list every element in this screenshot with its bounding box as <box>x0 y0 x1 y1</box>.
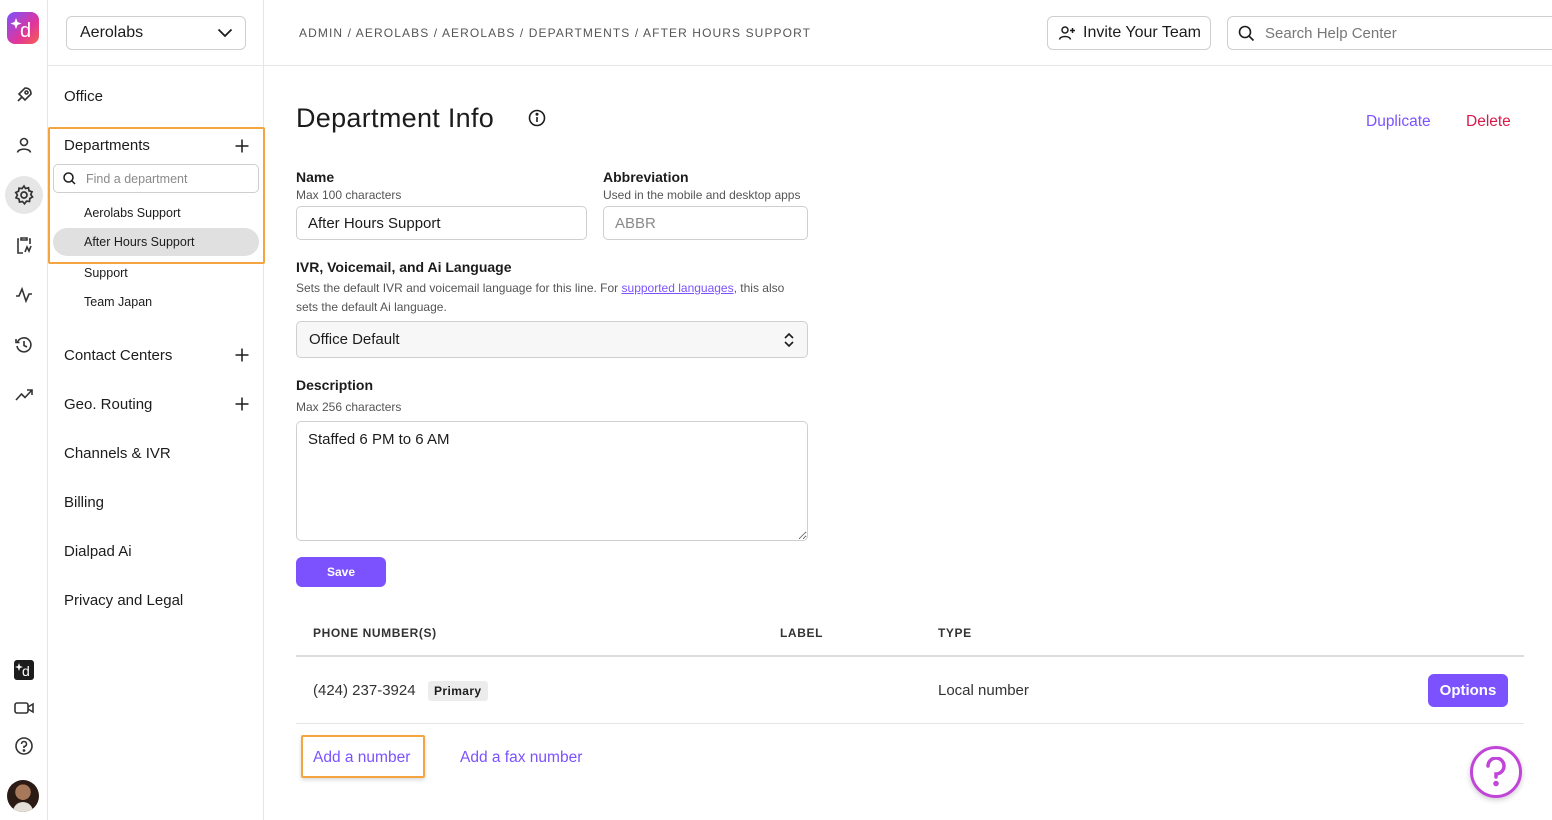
icon-rail: d d <box>0 0 48 820</box>
sidebar-item-billing[interactable]: Billing <box>64 494 104 511</box>
language-select-value: Office Default <box>309 331 400 348</box>
sidebar-item-channels-ivr[interactable]: Channels & IVR <box>64 445 171 462</box>
svg-text:d: d <box>22 663 30 679</box>
clipboard-chart-icon[interactable] <box>9 230 39 260</box>
question-mark-icon <box>1486 757 1506 787</box>
invite-team-label: Invite Your Team <box>1083 24 1202 41</box>
dialpad-logo-icon[interactable]: d <box>7 12 39 44</box>
sidebar-item-privacy-legal[interactable]: Privacy and Legal <box>64 592 183 609</box>
organization-select[interactable]: Aerolabs <box>66 16 246 50</box>
options-button[interactable]: Options <box>1428 674 1508 707</box>
department-item-support[interactable]: Support <box>84 266 128 280</box>
department-search[interactable] <box>53 164 259 193</box>
chevron-up-down-icon <box>784 332 794 347</box>
sidebar-item-office[interactable]: Office <box>64 88 103 105</box>
name-label: Name <box>296 169 335 185</box>
abbreviation-field[interactable] <box>603 206 808 240</box>
add-department-icon[interactable] <box>235 139 249 153</box>
add-contact-center-icon[interactable] <box>235 348 249 362</box>
top-header: ADMIN / AEROLABS / AEROLABS / DEPARTMENT… <box>264 0 1552 66</box>
column-header-phone-numbers: PHONE NUMBER(S) <box>313 626 437 640</box>
sidebar-item-departments[interactable]: Departments <box>64 137 150 154</box>
dialpad-app-icon[interactable]: d <box>9 655 39 685</box>
table-row-divider <box>296 723 1524 724</box>
breadcrumb[interactable]: ADMIN / AEROLABS / AEROLABS / DEPARTMENT… <box>299 26 811 40</box>
organization-select-value: Aerolabs <box>80 24 144 41</box>
video-icon[interactable] <box>9 693 39 723</box>
department-item-team-japan[interactable]: Team Japan <box>84 295 152 309</box>
phone-number: (424) 237-3924 <box>313 682 416 699</box>
help-center-search[interactable] <box>1227 16 1552 50</box>
add-user-icon <box>1058 26 1075 40</box>
user-icon[interactable] <box>9 130 39 160</box>
primary-badge: Primary <box>428 681 488 701</box>
sidebar-item-dialpad-ai[interactable]: Dialpad Ai <box>64 543 132 560</box>
delete-link[interactable]: Delete <box>1466 113 1511 131</box>
help-center-search-input[interactable] <box>1265 24 1545 42</box>
search-icon <box>63 172 76 185</box>
page-title: Department Info <box>296 103 495 133</box>
department-search-input[interactable] <box>86 171 246 186</box>
chevron-down-icon <box>217 28 233 38</box>
language-hint-text: Sets the default IVR and voicemail langu… <box>296 281 622 295</box>
language-hint: Sets the default IVR and voicemail langu… <box>296 279 808 317</box>
language-label: IVR, Voicemail, and Ai Language <box>296 259 512 275</box>
supported-languages-link[interactable]: supported languages <box>622 281 734 295</box>
language-select[interactable]: Office Default <box>296 321 808 358</box>
save-button[interactable]: Save <box>296 557 386 587</box>
column-header-label: LABEL <box>780 626 823 640</box>
help-button[interactable] <box>1470 746 1522 798</box>
info-icon[interactable] <box>528 109 546 127</box>
search-icon <box>1238 25 1255 41</box>
history-icon[interactable] <box>9 330 39 360</box>
sidebar-item-contact-centers[interactable]: Contact Centers <box>64 347 172 364</box>
column-header-type: TYPE <box>938 626 972 640</box>
activity-icon[interactable] <box>9 280 39 310</box>
avatar[interactable] <box>7 780 39 812</box>
abbreviation-hint: Used in the mobile and desktop apps <box>603 188 801 202</box>
name-field[interactable] <box>296 206 587 240</box>
add-number-link[interactable]: Add a number <box>313 749 410 767</box>
svg-text:d: d <box>20 20 31 42</box>
department-item-aerolabs-support[interactable]: Aerolabs Support <box>84 206 181 220</box>
help-circle-icon[interactable] <box>9 731 39 761</box>
invite-team-button[interactable]: Invite Your Team <box>1047 16 1211 50</box>
settings-sidebar: Aerolabs Office Departments Aerolabs Sup… <box>48 0 265 820</box>
duplicate-link[interactable]: Duplicate <box>1366 113 1431 131</box>
description-field[interactable]: Staffed 6 PM to 6 AM <box>296 421 808 541</box>
sidebar-item-geo-routing[interactable]: Geo. Routing <box>64 396 152 413</box>
gear-icon[interactable] <box>5 176 43 214</box>
add-fax-number-link[interactable]: Add a fax number <box>460 749 582 767</box>
name-hint: Max 100 characters <box>296 188 402 202</box>
department-item-after-hours-support[interactable]: After Hours Support <box>53 228 259 256</box>
description-hint: Max 256 characters <box>296 400 402 414</box>
trending-up-icon[interactable] <box>9 380 39 410</box>
sidebar-divider <box>48 65 264 66</box>
abbreviation-label: Abbreviation <box>603 169 689 185</box>
number-type: Local number <box>938 682 1029 699</box>
rocket-icon[interactable] <box>9 80 39 110</box>
add-geo-routing-icon[interactable] <box>235 397 249 411</box>
table-header-divider <box>296 655 1524 657</box>
description-label: Description <box>296 377 374 393</box>
